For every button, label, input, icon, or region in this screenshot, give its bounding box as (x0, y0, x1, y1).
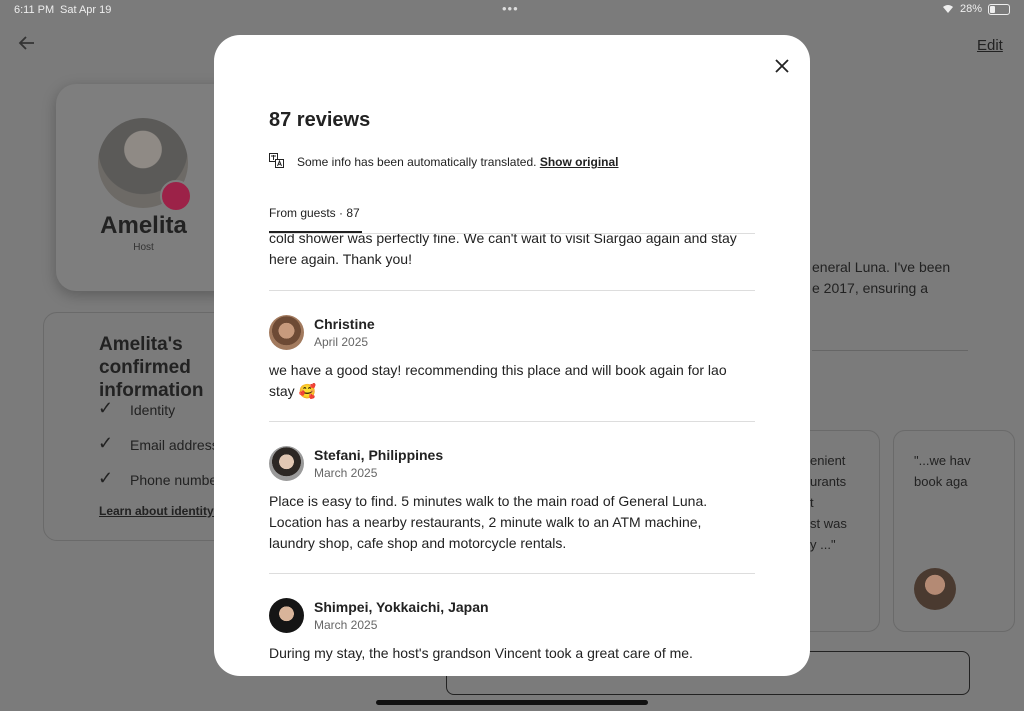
review-card-text: enient urants t st was y ..." (810, 450, 847, 555)
back-arrow-icon[interactable] (18, 34, 38, 54)
review-card-line: book aga (914, 474, 968, 489)
review-card-line: t (810, 495, 814, 510)
review-card-text: "...we hav book aga (914, 450, 971, 492)
confirmed-item-email: Email address (130, 437, 219, 453)
wifi-icon (942, 5, 953, 13)
review-text: cold shower was perfectly fine. We can't… (269, 234, 737, 267)
reviewer-name: Stefani, Philippines (314, 447, 444, 463)
review-date: March 2025 (314, 618, 378, 632)
reviewer-avatar[interactable] (269, 315, 304, 350)
translation-note-text: Some info has been automatically transla… (297, 155, 537, 169)
about-text: eneral Luna. I've been e 2017, ensuring … (812, 257, 950, 299)
check-icon: ✓ (98, 398, 114, 418)
show-original-link[interactable]: Show original (540, 155, 619, 169)
home-indicator[interactable] (376, 700, 648, 705)
translate-icon (269, 153, 284, 168)
divider (269, 421, 755, 422)
host-card: Amelita Host (56, 84, 236, 291)
host-role: Host (133, 242, 154, 253)
reviewer-avatar[interactable] (269, 446, 304, 481)
review-card-line: st was (810, 516, 847, 531)
status-time: 6:11 PM (14, 4, 55, 16)
battery-icon (988, 3, 1010, 15)
divider (812, 350, 968, 351)
check-icon: ✓ (98, 468, 114, 488)
reviewer-name: Christine (314, 316, 375, 332)
modal-title: 87 reviews (269, 109, 371, 131)
translation-note: Some info has been automatically transla… (297, 155, 619, 169)
confirmed-item-identity: Identity (130, 402, 176, 418)
review-card-line: y ..." (810, 537, 836, 552)
status-bar: 6:11 PM Sat Apr 19 ••• 28% (0, 0, 1024, 22)
reviewer-name: Shimpei, Yokkaichi, Japan (314, 599, 489, 615)
battery-percent: 28% (959, 3, 982, 15)
review-date: April 2025 (314, 335, 369, 349)
reviewer-avatar[interactable] (269, 598, 304, 633)
review-text: During my stay, the host's grandson Vinc… (269, 645, 693, 661)
edit-link[interactable]: Edit (977, 37, 1003, 54)
review-card-line: "...we hav (914, 453, 971, 468)
host-name: Amelita (100, 212, 187, 239)
about-line: e 2017, ensuring a (812, 280, 928, 296)
divider (269, 573, 755, 574)
reviews-modal: 87 reviews Some info has been automatica… (214, 35, 810, 676)
close-icon[interactable] (770, 54, 794, 78)
check-icon: ✓ (98, 433, 114, 453)
tab-from-guests[interactable]: From guests · 87 (269, 206, 360, 220)
reviewer-avatar (914, 568, 956, 610)
multitasking-dots-icon[interactable]: ••• (502, 1, 519, 16)
review-text: we have a good stay! recommending this p… (269, 362, 727, 399)
divider (269, 290, 755, 291)
review-card-line: urants (810, 474, 847, 489)
review-date: March 2025 (314, 466, 378, 480)
reviews-list[interactable]: cold shower was perfectly fine. We can't… (269, 234, 759, 676)
review-text: Place is easy to find. 5 minutes walk to… (269, 493, 708, 551)
confirmed-item-phone: Phone number (130, 472, 222, 488)
status-date: Sat Apr 19 (60, 4, 112, 16)
status-right: 28% (942, 3, 1010, 15)
review-card-line: enient (810, 453, 846, 468)
verified-badge-icon (160, 180, 192, 212)
about-line: eneral Luna. I've been (812, 259, 951, 275)
